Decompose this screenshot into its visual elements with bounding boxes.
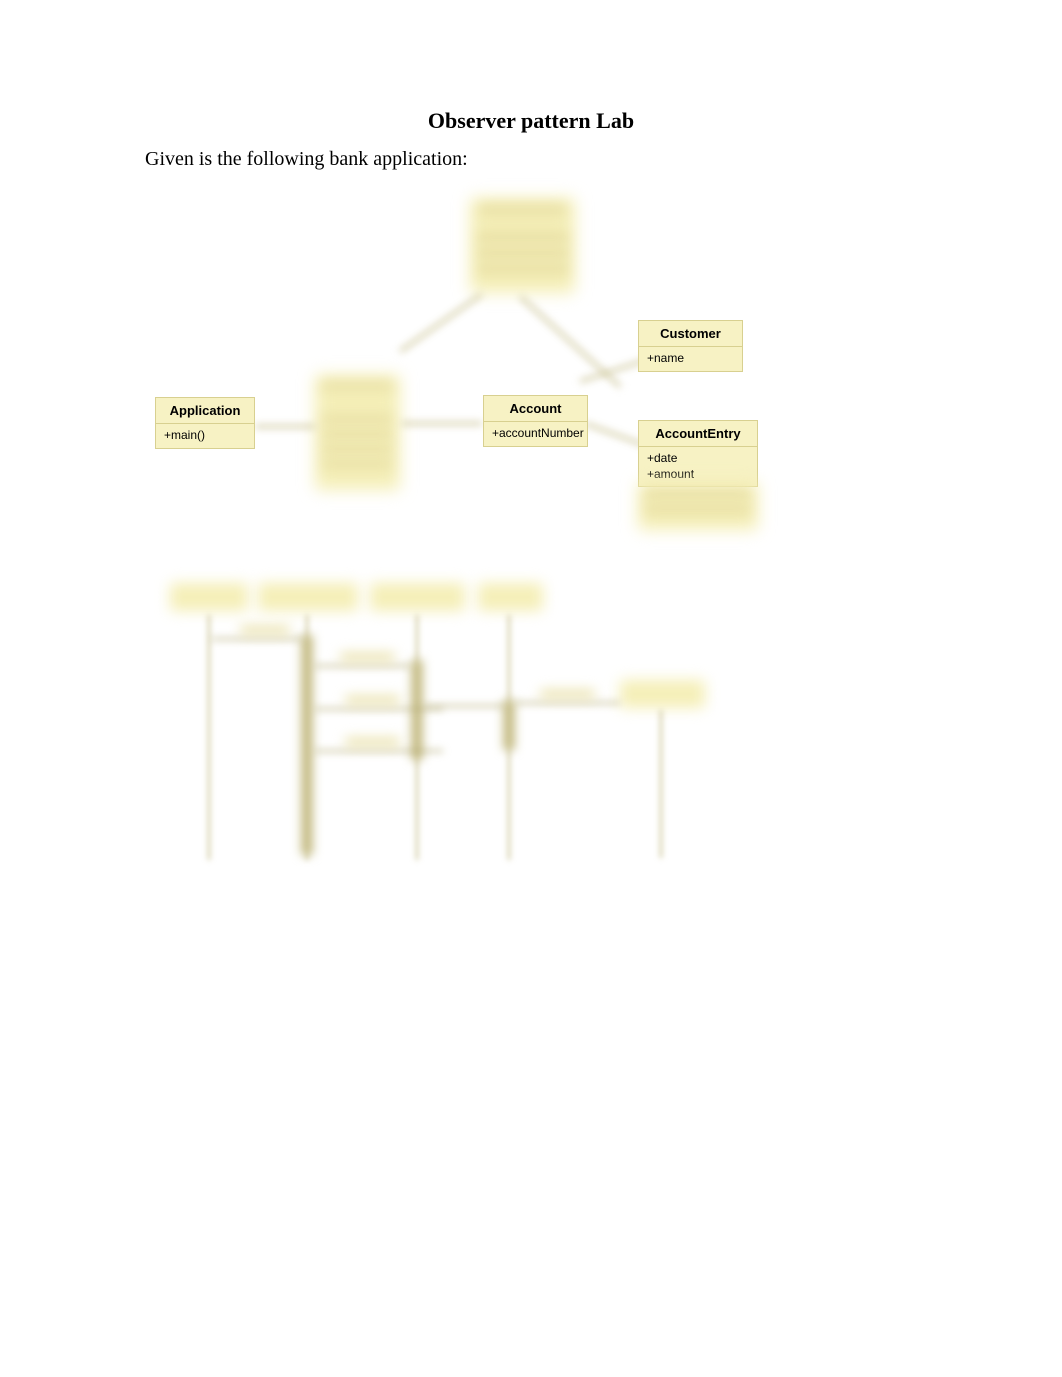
seq-arrow [315,750,443,752]
connector-line [402,422,482,425]
class-methods: +main() [156,424,254,448]
intro-text: Given is the following bank application: [145,148,468,171]
seq-arrow [515,702,620,704]
blurred-content [322,460,392,468]
blurred-content [478,264,568,274]
seq-actor-blurred [478,583,543,611]
blurred-content [322,430,392,438]
seq-lifeline [660,710,662,858]
seq-arrow [315,708,443,710]
blurred-content [645,490,750,499]
blurred-content [322,445,392,453]
class-account: Account +accountNumber [483,395,588,447]
seq-label-blurred [340,653,395,661]
seq-activation [503,700,515,750]
seq-arrow [212,638,302,640]
blurred-content [478,232,568,242]
seq-label-blurred [540,690,595,698]
seq-actor-blurred [170,583,248,611]
class-attribute: +amount [647,467,749,483]
blurred-content [645,505,750,514]
connector-line [399,293,483,353]
class-title: Customer [639,321,742,347]
seq-label-blurred [240,626,290,634]
seq-activation [301,635,313,855]
class-attributes: +accountNumber [484,422,587,446]
seq-actor-blurred [620,680,705,708]
class-title: AccountEntry [639,421,757,447]
class-title: Account [484,396,587,422]
seq-actor-blurred [370,583,465,611]
seq-arrow [315,665,410,667]
seq-label-blurred [345,738,400,746]
page-title: Observer pattern Lab [0,108,1062,134]
seq-lifeline [208,615,210,860]
seq-arrow [425,705,505,707]
seq-label-blurred [345,696,400,704]
blurred-content [322,382,392,390]
connector-line [255,425,315,428]
blurred-content [322,415,392,423]
class-attribute: +date [647,451,749,467]
seq-actor-blurred [258,583,358,611]
blurred-content [478,248,568,258]
class-attributes: +name [639,347,742,371]
uml-diagram: Application +main() Account +accountNumb… [140,190,920,890]
class-title: Application [156,398,254,424]
class-customer: Customer +name [638,320,743,372]
seq-activation [411,660,423,760]
blurred-content [480,205,565,215]
class-account-entry: AccountEntry +date +amount [638,420,758,487]
class-application: Application +main() [155,397,255,449]
